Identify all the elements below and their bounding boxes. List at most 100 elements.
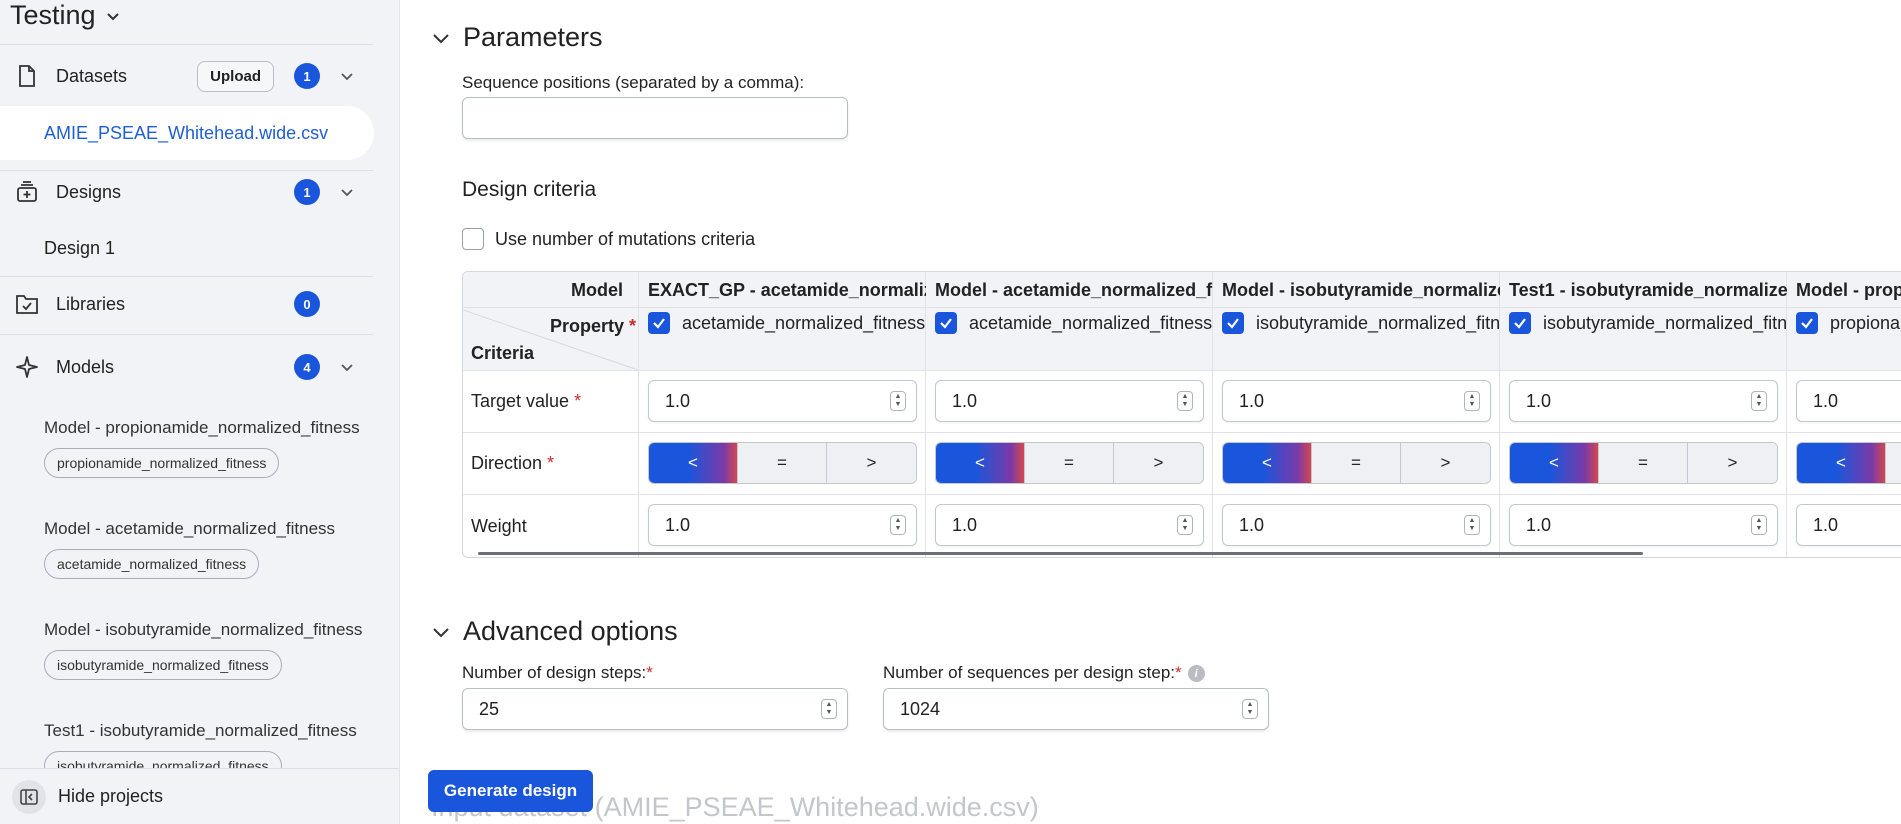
- direction-greater-button[interactable]: >: [827, 443, 916, 483]
- direction-less-button[interactable]: <: [936, 443, 1025, 483]
- checkbox-checked-icon[interactable]: [1796, 312, 1818, 334]
- design-item[interactable]: Design 1: [44, 238, 115, 259]
- chevron-down-icon: [433, 33, 449, 43]
- spinner-icon[interactable]: ▲ ▼: [1242, 699, 1258, 719]
- direction-greater-button[interactable]: >: [1401, 443, 1490, 483]
- section-title: Advanced options: [463, 616, 678, 646]
- direction-toggle[interactable]: < = >: [1509, 442, 1778, 484]
- row-label-direction: Direction *: [471, 453, 555, 473]
- target-value-input[interactable]: 1.0 ▲ ▼: [935, 380, 1204, 422]
- seqs-per-step-label: Number of sequences per design step:* i: [883, 663, 1205, 683]
- file-icon: [14, 63, 40, 89]
- spinner-icon[interactable]: ▲ ▼: [821, 699, 837, 719]
- count-badge: 4: [294, 354, 320, 380]
- direction-less-button[interactable]: <: [1223, 443, 1312, 483]
- model-item[interactable]: Model - acetamide_normalized_fitness ace…: [44, 519, 364, 579]
- chevron-down-icon[interactable]: [340, 360, 354, 374]
- direction-toggle[interactable]: < =: [1796, 442, 1901, 484]
- column-model-name: Model - propionamide_normalized_fitness: [1796, 280, 1901, 300]
- direction-greater-button[interactable]: >: [1688, 443, 1777, 483]
- column-model-name: EXACT_GP - acetamide_normalized_fitness: [648, 280, 926, 300]
- sidebar-section-models[interactable]: Models 4: [14, 347, 354, 387]
- target-value-input[interactable]: 1.0: [1796, 380, 1901, 422]
- direction-greater-button[interactable]: >: [1114, 443, 1203, 483]
- row-divider: [463, 432, 1901, 433]
- hide-projects-button[interactable]: Hide projects: [0, 768, 399, 824]
- property-cell[interactable]: propionamide_normalized_fitness: [1796, 312, 1901, 334]
- spinner-icon[interactable]: ▲ ▼: [890, 515, 906, 535]
- weight-input[interactable]: 1.0 ▲ ▼: [1509, 504, 1778, 546]
- direction-equal-button[interactable]: =: [1025, 443, 1114, 483]
- column-model-name: Model - acetamide_normalized_fitness: [935, 280, 1213, 300]
- divider: [0, 44, 373, 45]
- generate-design-button[interactable]: Generate design: [428, 770, 593, 812]
- property-cell[interactable]: isobutyramide_normalized_fitness: [1509, 312, 1787, 334]
- row-divider: [463, 494, 1901, 495]
- row-divider: [463, 370, 1901, 371]
- model-item[interactable]: Model - propionamide_normalized_fitness …: [44, 418, 364, 478]
- design-steps-input[interactable]: 25 ▲ ▼: [462, 688, 848, 730]
- direction-equal-button[interactable]: =: [738, 443, 827, 483]
- checkbox-checked-icon[interactable]: [935, 312, 957, 334]
- chevron-down-icon[interactable]: [340, 69, 354, 83]
- info-icon[interactable]: i: [1187, 665, 1205, 683]
- direction-toggle[interactable]: < = >: [1222, 442, 1491, 484]
- checkbox-checked-icon[interactable]: [1222, 312, 1244, 334]
- property-cell[interactable]: acetamide_normalized_fitness: [648, 312, 926, 334]
- spinner-icon[interactable]: ▲ ▼: [1464, 515, 1480, 535]
- section-label: Libraries: [56, 293, 126, 314]
- spinner-icon[interactable]: ▲ ▼: [890, 391, 906, 411]
- direction-equal-button[interactable]: =: [1599, 443, 1688, 483]
- sparkle-icon: [14, 354, 40, 380]
- direction-less-button[interactable]: <: [1510, 443, 1599, 483]
- chevron-down-icon[interactable]: [340, 185, 354, 199]
- property-name: acetamide_normalized_fitness: [969, 312, 1213, 333]
- weight-input[interactable]: 1.0 ▲ ▼: [648, 504, 917, 546]
- target-value-input[interactable]: 1.0 ▲ ▼: [1222, 380, 1491, 422]
- row-label-criteria: Criteria: [471, 343, 535, 363]
- advanced-section-toggle[interactable]: Advanced options: [431, 616, 678, 647]
- checkbox-checked-icon[interactable]: [648, 312, 670, 334]
- spinner-icon[interactable]: ▲ ▼: [1177, 391, 1193, 411]
- section-label: Designs: [56, 181, 122, 202]
- project-selector[interactable]: Testing: [10, 0, 120, 31]
- parameters-section-toggle[interactable]: Parameters: [431, 22, 603, 53]
- direction-toggle[interactable]: < = >: [648, 442, 917, 484]
- count-badge: 1: [294, 179, 320, 205]
- sidebar-section-datasets[interactable]: Datasets Upload 1: [14, 56, 354, 96]
- horizontal-scrollbar[interactable]: [478, 552, 1643, 555]
- column-model-name: Model - isobutyramide_normalized_fitness: [1222, 280, 1500, 300]
- weight-input[interactable]: 1.0 ▲ ▼: [935, 504, 1204, 546]
- divider: [0, 170, 373, 171]
- upload-button[interactable]: Upload: [197, 60, 274, 92]
- property-cell[interactable]: isobutyramide_normalized_fitness: [1222, 312, 1500, 334]
- chevron-down-icon: [433, 627, 449, 637]
- seqs-per-step-input[interactable]: 1024 ▲ ▼: [883, 688, 1269, 730]
- direction-less-button[interactable]: <: [649, 443, 738, 483]
- weight-input[interactable]: 1.0 ▲ ▼: [1222, 504, 1491, 546]
- target-value-input[interactable]: 1.0 ▲ ▼: [1509, 380, 1778, 422]
- sidebar-section-designs[interactable]: Designs 1: [14, 172, 354, 212]
- use-mutations-checkbox[interactable]: [462, 228, 484, 250]
- design-criteria-title: Design criteria: [462, 178, 597, 201]
- checkbox-checked-icon[interactable]: [1509, 312, 1531, 334]
- spinner-icon[interactable]: ▲ ▼: [1751, 515, 1767, 535]
- property-name: isobutyramide_normalized_fitness: [1256, 312, 1500, 333]
- direction-equal-button[interactable]: =: [1312, 443, 1401, 483]
- direction-less-button[interactable]: <: [1797, 443, 1886, 483]
- spinner-icon[interactable]: ▲ ▼: [1177, 515, 1193, 535]
- sequence-positions-input[interactable]: [462, 97, 848, 139]
- spinner-icon[interactable]: ▲ ▼: [1751, 391, 1767, 411]
- sidebar: Testing Datasets Upload 1 AMIE_PSEAE_Whi…: [0, 0, 400, 824]
- property-cell[interactable]: acetamide_normalized_fitness: [935, 312, 1213, 334]
- dataset-item[interactable]: AMIE_PSEAE_Whitehead.wide.csv: [0, 106, 374, 160]
- direction-equal-button[interactable]: =: [1886, 443, 1901, 483]
- use-mutations-label: Use number of mutations criteria: [495, 229, 756, 249]
- row-divider: [463, 307, 1901, 308]
- direction-toggle[interactable]: < = >: [935, 442, 1204, 484]
- sidebar-section-libraries[interactable]: Libraries 0: [14, 284, 354, 324]
- weight-input[interactable]: 1.0: [1796, 504, 1901, 546]
- model-item[interactable]: Model - isobutyramide_normalized_fitness…: [44, 620, 364, 680]
- spinner-icon[interactable]: ▲ ▼: [1464, 391, 1480, 411]
- target-value-input[interactable]: 1.0 ▲ ▼: [648, 380, 917, 422]
